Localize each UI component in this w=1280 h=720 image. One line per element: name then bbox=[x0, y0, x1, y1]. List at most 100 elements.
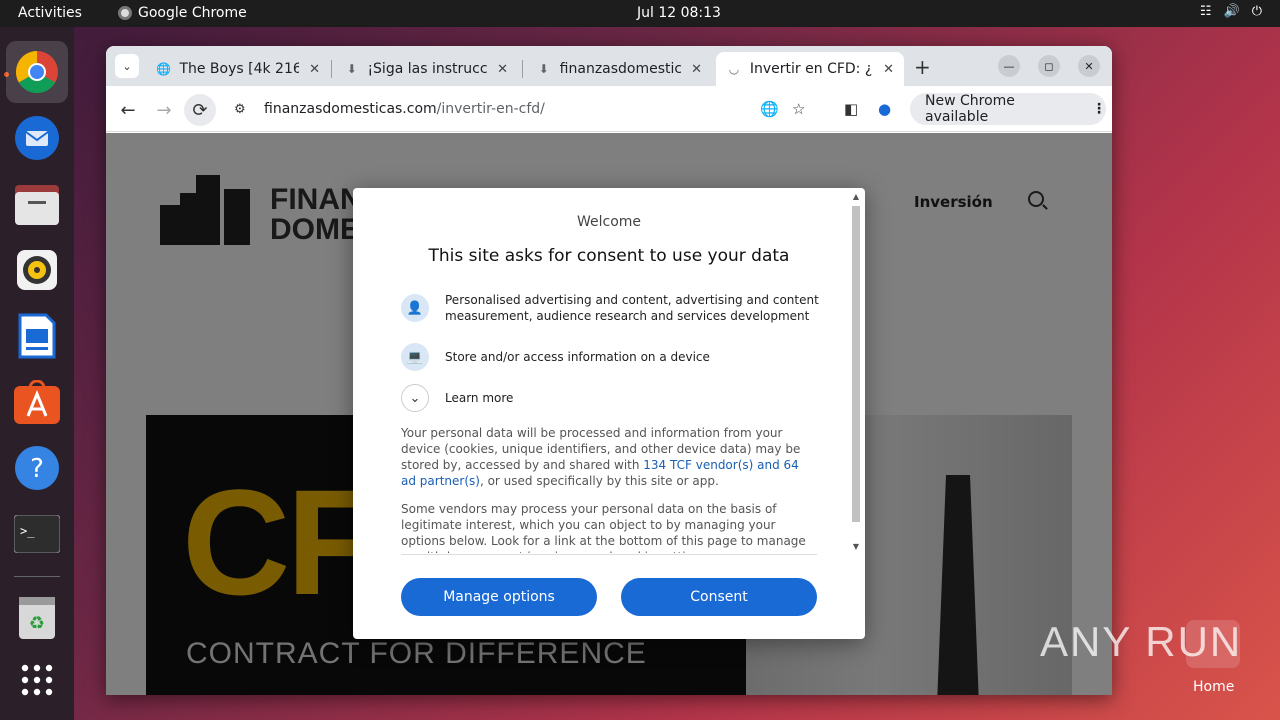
rhythmbox-icon bbox=[17, 250, 57, 290]
tab-invertir-en-cfd[interactable]: ◡ Invertir en CFD: ¿Q ✕ bbox=[716, 52, 904, 86]
trash-icon: ♻ bbox=[19, 597, 55, 639]
app-center-dock-icon[interactable] bbox=[12, 377, 62, 427]
volume-icon: 🔊 bbox=[1223, 4, 1240, 19]
scroll-up-icon[interactable]: ▲ bbox=[852, 192, 860, 201]
address-bar[interactable]: ⚙ finanzasdomesticas.com/invertir-en-cfd… bbox=[226, 93, 822, 125]
dialog-welcome: Welcome bbox=[576, 214, 642, 230]
manage-options-button[interactable]: Manage options bbox=[401, 578, 597, 616]
chrome-small-icon bbox=[118, 6, 132, 20]
purpose-personalised-advertising: 👤 Personalised advertising and content, … bbox=[401, 292, 821, 324]
app-name: Google Chrome bbox=[138, 5, 247, 21]
purpose-text: Personalised advertising and content, ad… bbox=[445, 293, 819, 323]
terminal-icon: >_ bbox=[14, 515, 60, 553]
data-processing-paragraph: Your personal data will be processed and… bbox=[401, 425, 811, 489]
device-icon: 💻 bbox=[401, 343, 429, 371]
tab-finanzasdomesticas[interactable]: ⬇ finanzasdomestic ✕ bbox=[526, 52, 712, 86]
globe-icon: 🌐 bbox=[156, 62, 172, 76]
thunderbird-icon bbox=[15, 116, 59, 160]
clock[interactable]: Jul 12 08:13 bbox=[637, 5, 721, 21]
close-icon[interactable]: ✕ bbox=[309, 62, 320, 77]
files-dock-icon[interactable] bbox=[12, 179, 62, 229]
help-dock-icon[interactable]: ? bbox=[12, 443, 62, 493]
reload-icon: ⟳ bbox=[192, 99, 208, 121]
svg-text:♻: ♻ bbox=[29, 613, 45, 634]
minimize-icon: — bbox=[1003, 59, 1015, 73]
dock: ? >_ ♻ bbox=[0, 27, 74, 720]
network-icon: ☷ bbox=[1199, 4, 1212, 19]
grid-icon bbox=[21, 664, 53, 696]
translate-icon[interactable]: 🌐 bbox=[760, 100, 779, 118]
update-label: New Chrome available bbox=[925, 93, 1015, 125]
consent-dialog: Welcome This site asks for consent to us… bbox=[353, 188, 865, 639]
show-apps-button[interactable] bbox=[12, 655, 62, 705]
purpose-store-access: 💻 Store and/or access information on a d… bbox=[401, 343, 821, 371]
scrollbar-thumb[interactable] bbox=[852, 206, 860, 522]
activities-button[interactable]: Activities bbox=[18, 5, 82, 21]
arrow-right-icon: → bbox=[156, 99, 172, 121]
tab-siga-las-instrucciones[interactable]: ⬇ ¡Siga las instruccio ✕ bbox=[334, 52, 518, 86]
thunderbird-dock-icon[interactable] bbox=[12, 113, 62, 163]
terminal-dock-icon[interactable]: >_ bbox=[12, 509, 62, 559]
maximize-button[interactable]: ◻ bbox=[1038, 55, 1060, 77]
side-panel-icon[interactable]: ◧ bbox=[844, 100, 858, 118]
bookmark-star-icon[interactable]: ☆ bbox=[792, 100, 805, 118]
consent-button[interactable]: Consent bbox=[621, 578, 817, 616]
app-menu[interactable]: Google Chrome bbox=[118, 5, 247, 21]
dock-separator bbox=[14, 576, 60, 577]
tab-label: ¡Siga las instruccio bbox=[367, 61, 488, 77]
new-tab-button[interactable]: + bbox=[914, 55, 931, 79]
paragraph-text: , or used specifically by this site or a… bbox=[479, 474, 719, 488]
home-folder-icon[interactable] bbox=[1186, 620, 1240, 668]
chevron-down-icon: ⌄ bbox=[122, 59, 132, 73]
top-bar: Activities Google Chrome Jul 12 08:13 ☷ … bbox=[0, 0, 1280, 27]
scroll-down-icon[interactable]: ▼ bbox=[852, 542, 860, 551]
person-icon: 👤 bbox=[401, 294, 429, 322]
close-icon[interactable]: ✕ bbox=[497, 62, 508, 77]
dialog-title: This site asks for consent to use your d… bbox=[428, 246, 790, 266]
learn-more-toggle[interactable]: ⌄ Learn more bbox=[401, 384, 821, 412]
purpose-text: Store and/or access information on a dev… bbox=[445, 350, 710, 364]
tab-label: Invertir en CFD: ¿Q bbox=[749, 61, 874, 77]
loading-icon: ◡ bbox=[728, 62, 740, 76]
dialog-scrollbar[interactable]: ▲ ▼ bbox=[850, 192, 862, 553]
download-icon: ⬇ bbox=[538, 62, 549, 76]
new-chrome-available-button[interactable]: New Chrome available ⋮ bbox=[910, 93, 1106, 125]
back-button[interactable]: ← bbox=[112, 94, 144, 126]
chrome-dock-icon[interactable] bbox=[6, 41, 68, 103]
svg-text:?: ? bbox=[30, 454, 44, 484]
maximize-icon: ◻ bbox=[1044, 59, 1054, 73]
power-icon: ⏻ bbox=[1251, 4, 1262, 19]
arrow-left-icon: ← bbox=[120, 99, 136, 121]
svg-text:>_: >_ bbox=[20, 524, 35, 538]
dialog-divider bbox=[401, 554, 817, 555]
tab-the-boys[interactable]: 🌐 The Boys [4k 2160 ✕ bbox=[146, 52, 330, 86]
chevron-down-icon: ⌄ bbox=[401, 384, 429, 412]
tab-search-button[interactable]: ⌄ bbox=[115, 54, 139, 78]
trash-dock-icon[interactable]: ♻ bbox=[12, 593, 62, 643]
tab-separator bbox=[522, 60, 523, 78]
url-host: finanzasdomesticas.com bbox=[264, 101, 437, 117]
more-menu-icon[interactable]: ⋮ bbox=[1092, 101, 1106, 117]
system-tray[interactable]: ☷ 🔊 ⏻ bbox=[1200, 4, 1262, 19]
close-icon[interactable]: ✕ bbox=[883, 62, 894, 77]
minimize-button[interactable]: — bbox=[998, 55, 1020, 77]
tab-label: The Boys [4k 2160 bbox=[179, 61, 300, 77]
writer-dock-icon[interactable] bbox=[12, 311, 62, 361]
close-window-button[interactable]: ✕ bbox=[1078, 55, 1100, 77]
tab-strip: ⌄ 🌐 The Boys [4k 2160 ✕ ⬇ ¡Siga las inst… bbox=[106, 46, 1112, 86]
rhythmbox-dock-icon[interactable] bbox=[12, 245, 62, 295]
learn-more-label: Learn more bbox=[445, 391, 514, 405]
files-icon bbox=[15, 185, 59, 225]
tab-separator bbox=[331, 60, 332, 78]
forward-button[interactable]: → bbox=[148, 94, 180, 126]
home-label: Home bbox=[1193, 679, 1235, 695]
close-icon[interactable]: ✕ bbox=[691, 62, 702, 77]
site-info-icon[interactable]: ⚙ bbox=[234, 102, 252, 117]
help-icon: ? bbox=[15, 446, 59, 490]
profile-icon[interactable]: ● bbox=[878, 100, 891, 118]
url-path: /invertir-en-cfd/ bbox=[436, 101, 545, 117]
legitimate-interest-paragraph: Some vendors may process your personal d… bbox=[401, 502, 806, 553]
reload-button[interactable]: ⟳ bbox=[184, 94, 216, 126]
close-icon: ✕ bbox=[1084, 59, 1094, 73]
toolbar: ← → ⟳ ⚙ finanzasdomesticas.com/invertir-… bbox=[106, 86, 1112, 132]
